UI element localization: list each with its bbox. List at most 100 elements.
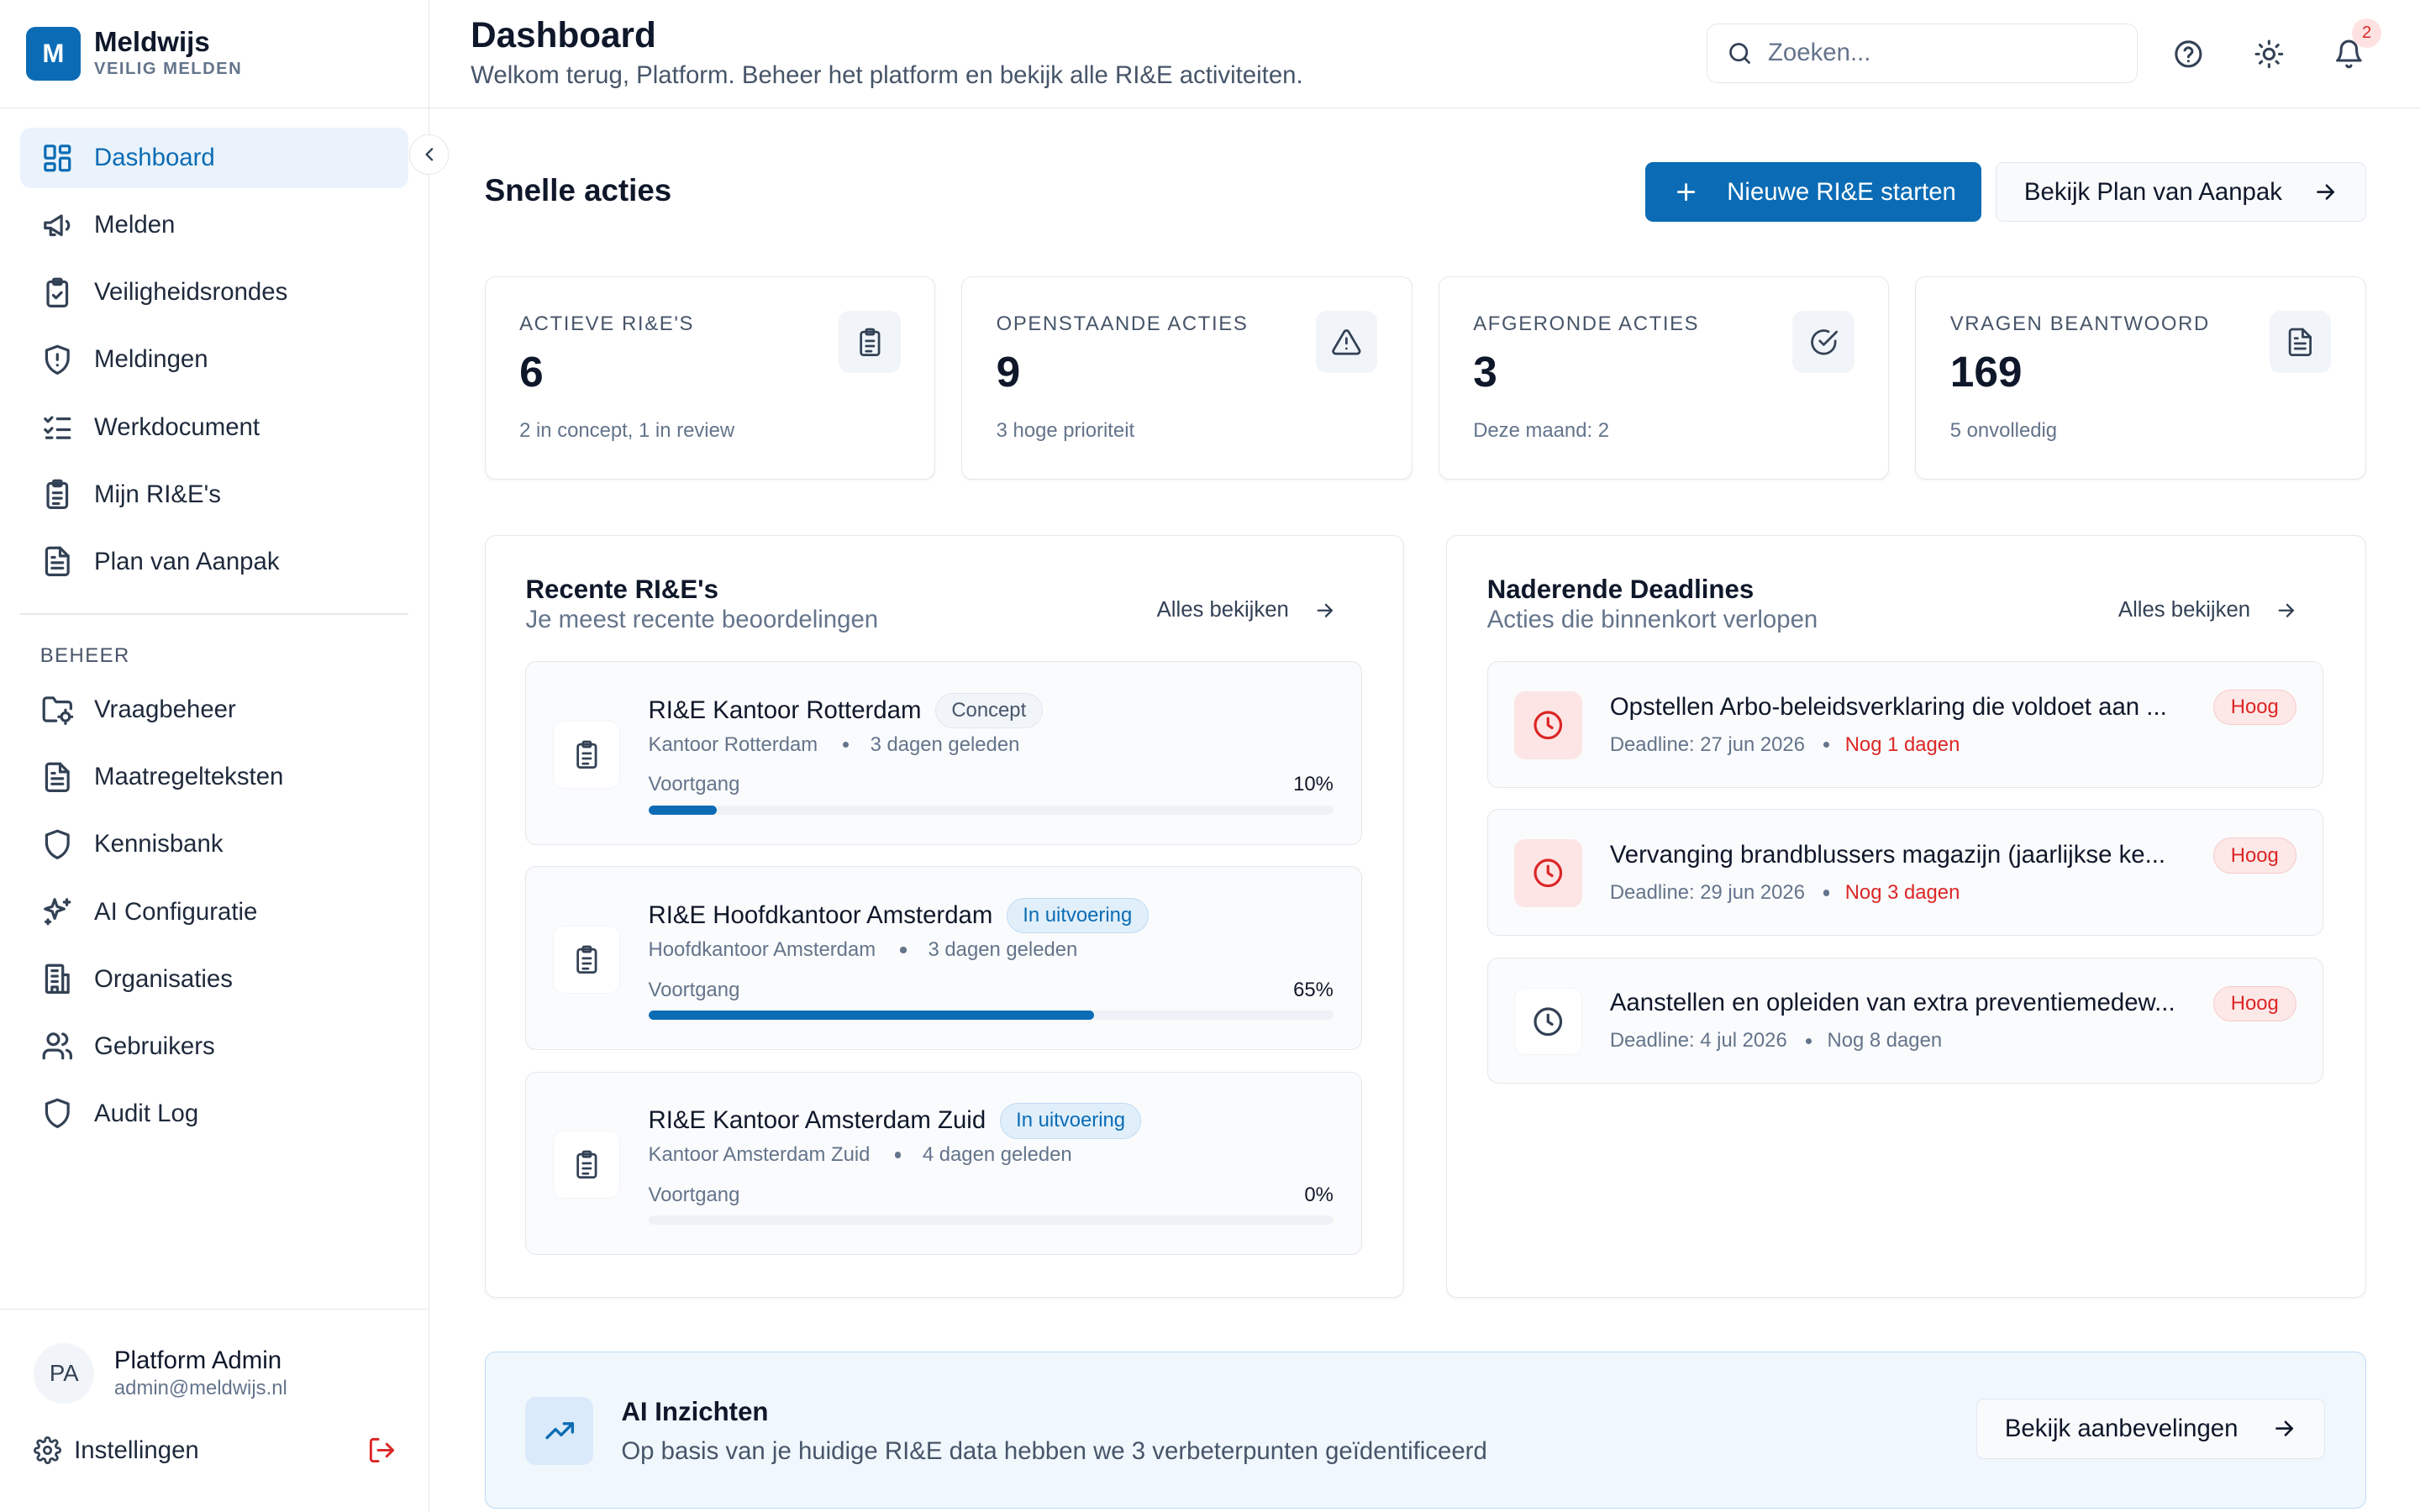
help-button[interactable] (2171, 37, 2205, 71)
sidebar-item-label: Veiligheidsrondes (94, 278, 288, 307)
progress-value: 10% (1293, 773, 1334, 796)
deadline-title: Vervanging brandblussers magazijn (jaarl… (1609, 841, 2166, 869)
sidebar-item-dashboard[interactable]: Dashboard (19, 128, 408, 189)
user-profile[interactable]: PA Platform Admin admin@meldwijs.nl (34, 1342, 393, 1404)
separator-dot (894, 1152, 902, 1158)
panel-subtitle: Je meest recente beoordelingen (525, 605, 879, 633)
sidebar-item-organisaties[interactable]: Organisaties (20, 949, 408, 1010)
view-recommendations-label: Bekijk aanbevelingen (2004, 1414, 2238, 1442)
user-email: admin@meldwijs.nl (113, 1377, 287, 1400)
sidebar-item-gebruikers[interactable]: Gebruikers (20, 1016, 408, 1077)
collapse-sidebar-button[interactable] (408, 134, 450, 175)
clock-icon (1513, 690, 1582, 759)
view-all-label: Alles bekijken (1156, 597, 1289, 622)
progress-value: 0% (1304, 1183, 1334, 1206)
deadline-title: Aanstellen en opleiden van extra prevent… (1609, 989, 2175, 1017)
rie-location: Hoofdkantoor Amsterdam (648, 937, 876, 961)
sidebar-item-vraagbeheer[interactable]: Vraagbeheer (20, 680, 408, 741)
shield-alert-icon (40, 343, 74, 376)
clock-icon (1513, 987, 1582, 1056)
logout-icon[interactable] (367, 1436, 397, 1465)
trending-up-icon (525, 1397, 594, 1465)
progress-track (648, 805, 1334, 815)
separator-dot (1823, 741, 1830, 748)
topbar: Dashboard Welkom terug, Platform. Beheer… (429, 0, 2420, 108)
sidebar-item-kennisbank[interactable]: Kennisbank (20, 815, 408, 875)
progress-track (648, 1011, 1334, 1021)
view-all-recent-link[interactable]: Alles bekijken (1157, 598, 1337, 622)
list-checks-icon (40, 410, 74, 444)
clipboard-list-icon (839, 311, 901, 373)
stat-value: 9 (996, 347, 1021, 396)
deadline-date: Deadline: 4 jul 2026 (1609, 1029, 1787, 1053)
stat-card-afgerond[interactable]: AFGERONDE ACTIES 3 Deze maand: 2 (1438, 276, 1890, 480)
gear-icon (34, 1436, 62, 1465)
search-box[interactable] (1707, 23, 2138, 84)
rie-card[interactable]: RI&E Hoofdkantoor Amsterdam In uitvoerin… (525, 866, 1362, 1050)
arrow-right-icon (2275, 599, 2298, 622)
new-rie-button[interactable]: Nieuwe RI&E starten (1644, 161, 1982, 223)
status-badge: Concept (934, 692, 1043, 729)
check-circle-icon (1792, 311, 1854, 373)
dashboard-icon (40, 141, 74, 175)
clipboard-list-icon (552, 720, 621, 789)
sidebar-item-audit-log[interactable]: Audit Log (20, 1084, 408, 1144)
users-icon (40, 1029, 74, 1063)
arrow-right-icon (2312, 179, 2338, 205)
stat-card-openstaand[interactable]: OPENSTAANDE ACTIES 9 3 hoge prioriteit (961, 276, 1413, 480)
settings-link[interactable]: Instellingen (74, 1436, 199, 1465)
view-all-deadlines-link[interactable]: Alles bekijken (2118, 598, 2298, 622)
sidebar-item-label: Meldingen (94, 345, 208, 374)
arrow-right-icon (2271, 1415, 2297, 1441)
panel-title: Naderende Deadlines (1486, 575, 1754, 605)
stat-value: 3 (1473, 347, 1497, 396)
sidebar-item-mijn-rie[interactable]: Mijn RI&E's (20, 465, 408, 525)
deadline-card[interactable]: Aanstellen en opleiden van extra prevent… (1486, 957, 2324, 1084)
folder-cog-icon (40, 693, 74, 727)
rie-card[interactable]: RI&E Kantoor Rotterdam Concept Kantoor R… (525, 661, 1362, 845)
stat-card-vragen[interactable]: VRAGEN BEANTWOORD 169 5 onvolledig (1915, 276, 2366, 480)
deadline-date: Deadline: 29 jun 2026 (1609, 880, 1805, 904)
separator-dot (900, 947, 907, 953)
sun-icon (2254, 39, 2283, 69)
deadline-title: Opstellen Arbo-beleidsverklaring die vol… (1609, 692, 2167, 721)
plan-van-aanpak-button[interactable]: Bekijk Plan van Aanpak (1995, 161, 2366, 223)
deadline-card[interactable]: Opstellen Arbo-beleidsverklaring die vol… (1486, 661, 2324, 788)
sidebar-item-ai-configuratie[interactable]: AI Configuratie (20, 882, 408, 942)
brand-tagline: VEILIG MELDEN (94, 60, 243, 79)
separator-dot (1805, 1037, 1812, 1044)
stat-label: OPENSTAANDE ACTIES (996, 312, 1249, 335)
view-recommendations-button[interactable]: Bekijk aanbevelingen (1975, 1399, 2325, 1459)
search-input[interactable] (1767, 39, 2108, 68)
brand-name: Meldwijs (94, 26, 210, 58)
plan-van-aanpak-label: Bekijk Plan van Aanpak (2023, 177, 2282, 206)
stat-label: VRAGEN BEANTWOORD (1949, 312, 2210, 335)
deadline-card[interactable]: Vervanging brandblussers magazijn (jaarl… (1486, 809, 2324, 937)
sidebar-item-meldingen[interactable]: Meldingen (20, 330, 408, 391)
clock-icon (1513, 839, 1582, 908)
deadlines-panel: Naderende Deadlines Acties die binnenkor… (1445, 535, 2366, 1298)
page-subtitle: Welkom terug, Platform. Beheer het platf… (471, 61, 1303, 90)
rie-time: 3 dagen geleden (870, 732, 1020, 756)
progress-fill (648, 805, 718, 815)
theme-toggle-button[interactable] (2252, 37, 2286, 71)
deadline-remaining: Nog 3 dagen (1844, 880, 1960, 904)
sidebar-item-werkdocument[interactable]: Werkdocument (20, 397, 408, 458)
separator-dot (1823, 890, 1830, 896)
stat-note: Deze maand: 2 (1473, 418, 1609, 442)
separator-dot (842, 741, 849, 748)
sidebar-item-maatregelteksten[interactable]: Maatregelteksten (20, 748, 408, 808)
file-text-icon (40, 544, 74, 578)
stat-note: 2 in concept, 1 in review (519, 418, 735, 442)
plus-icon (1673, 179, 1699, 205)
sidebar-item-label: Organisaties (94, 964, 233, 993)
rie-card[interactable]: RI&E Kantoor Amsterdam Zuid In uitvoerin… (525, 1071, 1362, 1256)
sidebar-item-melden[interactable]: Melden (20, 196, 408, 256)
brand[interactable]: M Meldwijs VEILIG MELDEN (0, 0, 429, 108)
panel-subtitle: Acties die binnenkort verlopen (1486, 605, 1818, 633)
file-text-icon (2269, 311, 2332, 373)
sidebar-item-label: Audit Log (94, 1099, 199, 1127)
sidebar-item-plan-van-aanpak[interactable]: Plan van Aanpak (20, 532, 408, 592)
sidebar-item-veiligheidsrondes[interactable]: Veiligheidsrondes (20, 263, 408, 323)
stat-card-actieve[interactable]: ACTIEVE RI&E'S 6 2 in concept, 1 in revi… (484, 276, 936, 480)
